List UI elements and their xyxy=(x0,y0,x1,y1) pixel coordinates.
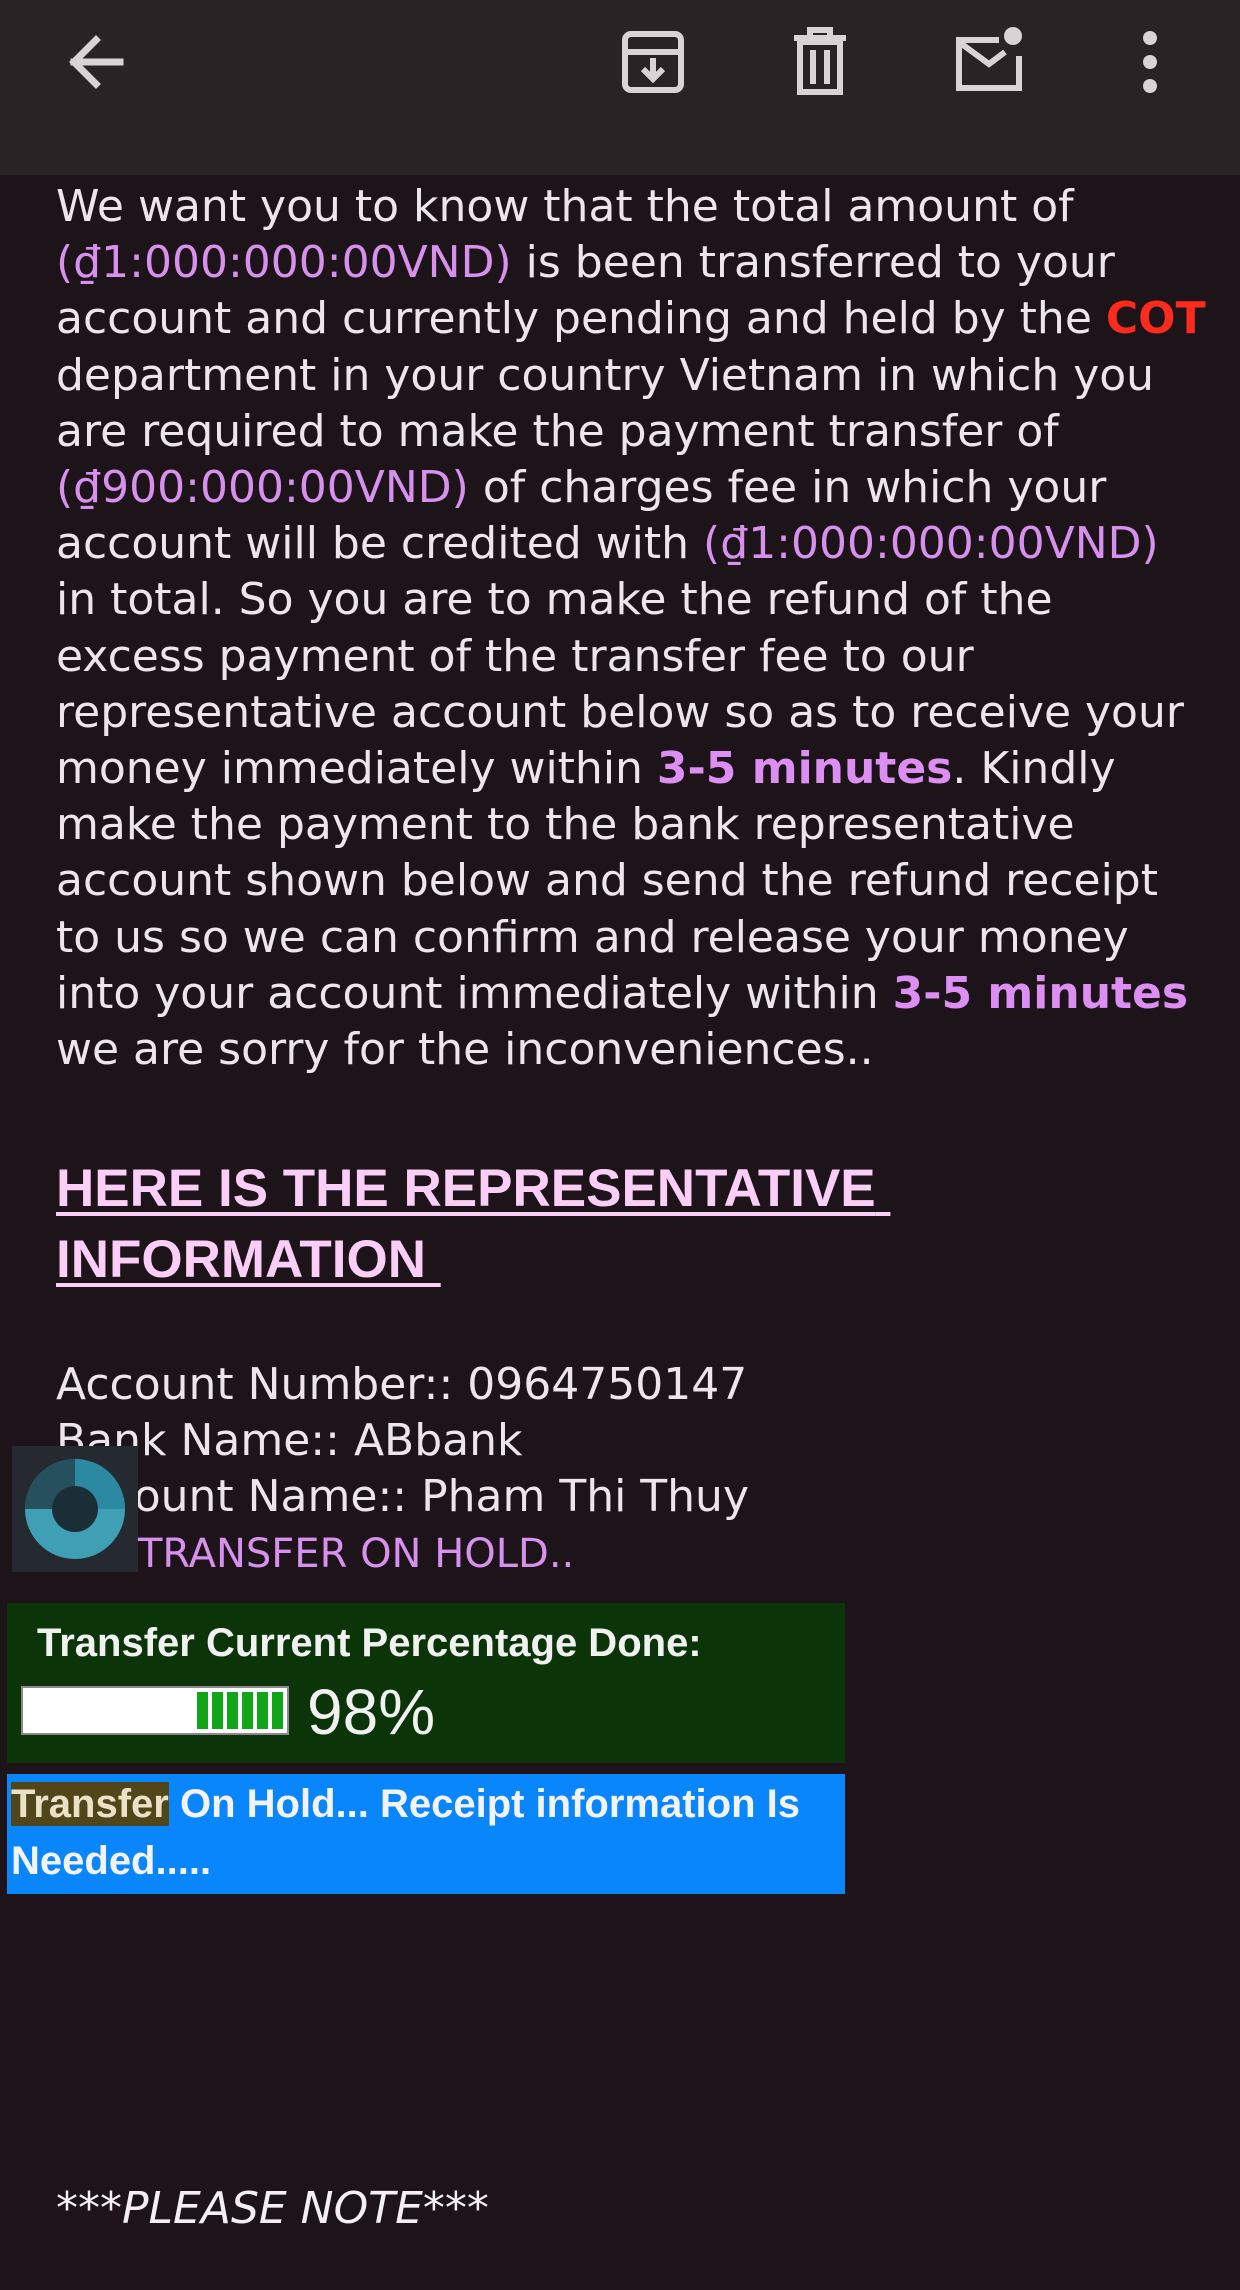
mail-unread-icon[interactable] xyxy=(949,22,1029,102)
text-segment: we are sorry for the inconveniences.. xyxy=(56,1024,874,1076)
text-segment: We want you to know that the total amoun… xyxy=(56,181,1074,232)
status-highlight: Transfer xyxy=(11,1782,169,1826)
time-highlight: 3-5 minutes xyxy=(892,967,1189,1019)
trash-icon[interactable] xyxy=(780,22,860,102)
time-highlight: 3-5 minutes xyxy=(656,743,953,795)
progress-panel: Transfer Current Percentage Done: 98% xyxy=(7,1603,845,1763)
cot-label: COT xyxy=(1105,293,1206,345)
amount-credited: (₫1:000:000:00VND) xyxy=(703,518,1159,570)
representative-heading: HERE IS THE REPRESENTATIVE INFORMATION xyxy=(56,1159,891,1290)
amount-fee: (₫900:000:00VND) xyxy=(56,462,469,514)
hold-status-box: Transfer On Hold... Receipt information … xyxy=(7,1774,845,1894)
progress-title: Transfer Current Percentage Done: xyxy=(37,1621,702,1665)
archive-icon[interactable] xyxy=(613,22,693,102)
transfer-status-label: TRANSFER ON HOLD.. xyxy=(138,1531,575,1577)
progress-percent: 98% xyxy=(307,1676,436,1748)
please-note: ***PLEASE NOTE*** xyxy=(56,2183,489,2234)
transfer-loader: TRANSFER ON HOLD.. xyxy=(12,1446,812,1577)
email-message-paragraph: We want you to know that the total amoun… xyxy=(56,179,1206,1078)
email-body: We want you to know that the total amoun… xyxy=(56,175,1206,1525)
account-number: Account Number:: 0964750147 xyxy=(56,1359,748,1411)
loading-spinner-icon xyxy=(12,1446,138,1572)
amount-total: (₫1:000:000:00VND) xyxy=(56,237,512,289)
progress-bar xyxy=(21,1686,289,1735)
more-vert-icon[interactable] xyxy=(1110,22,1190,102)
app-toolbar xyxy=(0,0,1240,175)
text-segment: department in your country Vietnam in wh… xyxy=(56,349,1155,457)
progress-bar-fill xyxy=(197,1692,287,1729)
arrow-left-icon[interactable] xyxy=(56,22,136,102)
